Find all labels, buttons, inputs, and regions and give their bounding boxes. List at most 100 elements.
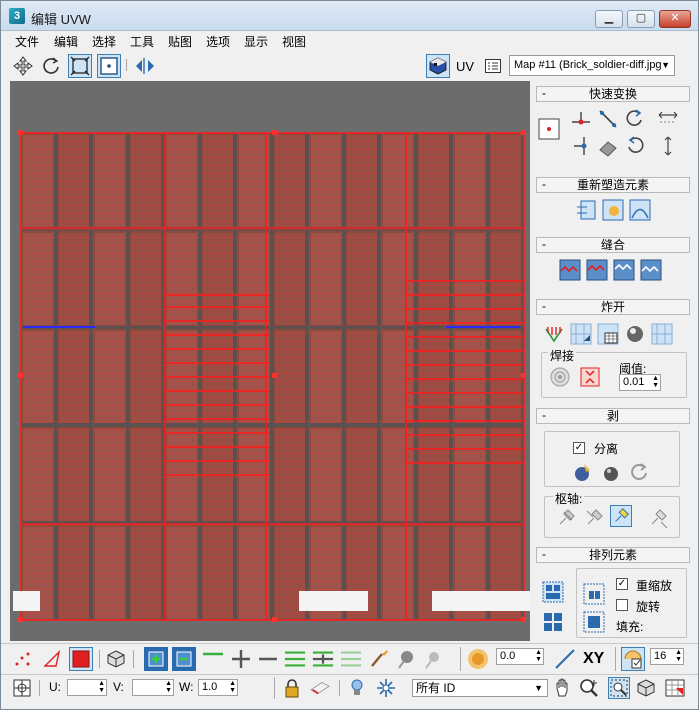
falloff-space-label[interactable]: XY [583, 650, 604, 668]
detach-checkbox[interactable]: ✓ [573, 442, 585, 454]
paint-brush-shrink-icon[interactable] [422, 648, 444, 670]
select-element-icon[interactable] [105, 648, 127, 670]
rollout-stitch[interactable]: - 缝合 [536, 237, 690, 253]
rotate-icon[interactable] [39, 54, 63, 78]
polygon-mode-icon[interactable] [69, 647, 93, 671]
material-id-dropdown[interactable]: 所有 ID ▼ [412, 679, 548, 697]
checker-map-icon[interactable] [426, 54, 450, 78]
straighten-selection-icon[interactable] [575, 199, 597, 221]
rotate-checkbox[interactable] [616, 599, 628, 611]
relax-dropdown-icon[interactable] [629, 199, 651, 221]
shrink-selection-icon[interactable] [172, 647, 196, 671]
vertex-mode-icon[interactable] [12, 648, 34, 670]
soft-selection-icon[interactable] [466, 647, 490, 671]
ring-shrink-icon[interactable] [340, 648, 362, 670]
uv-label[interactable]: UV [456, 59, 474, 74]
rollout-quick-transform[interactable]: - 快速变换 [536, 86, 690, 102]
spinner-arrows-icon[interactable]: ▲ ▼ [98, 680, 105, 694]
paint-select-icon[interactable] [368, 648, 390, 670]
straighten-icon[interactable] [597, 135, 619, 157]
grid-snap-icon[interactable] [621, 647, 645, 671]
zoom-icon[interactable] [578, 677, 600, 699]
ring-selection-icon[interactable] [284, 648, 306, 670]
spinner-arrows-icon[interactable]: ▲ ▼ [535, 649, 542, 663]
spinner-arrows-icon[interactable]: ▲ ▼ [652, 375, 659, 389]
pack-custom-icon[interactable] [583, 583, 605, 605]
properties-icon[interactable] [481, 54, 505, 78]
pin-edge-icon[interactable] [610, 505, 632, 527]
break-icon[interactable] [543, 323, 565, 345]
stitch-average-icon[interactable] [586, 259, 608, 281]
grow-selection-icon[interactable] [144, 647, 168, 671]
pin-icon[interactable] [555, 507, 577, 529]
filter-selected-icon[interactable] [375, 677, 397, 699]
flatten-by-material-id-icon[interactable] [624, 323, 646, 345]
unpin-selected-icon[interactable] [647, 507, 669, 529]
loop-shrink-icon[interactable] [257, 648, 279, 670]
u-spinner[interactable]: ▲ ▼ [67, 679, 107, 696]
absolute-offset-icon[interactable] [11, 677, 33, 699]
menu-view[interactable]: 视图 [282, 33, 306, 50]
close-button[interactable]: ✕ [659, 10, 691, 28]
align-horizontal-icon[interactable] [570, 108, 592, 130]
flatten-by-polygon-angle-icon[interactable] [597, 323, 619, 345]
move-icon[interactable] [11, 54, 35, 78]
freeze-icon[interactable] [346, 677, 368, 699]
menu-select[interactable]: 选择 [92, 33, 116, 50]
stitch-to-source-icon[interactable] [613, 259, 635, 281]
pack-together-icon[interactable] [542, 611, 564, 633]
menu-tools[interactable]: 工具 [130, 33, 154, 50]
lock-selected-icon[interactable] [281, 677, 303, 699]
menu-mapping[interactable]: 贴图 [168, 33, 192, 50]
relax-icon[interactable] [602, 199, 624, 221]
minimize-button[interactable]: ▁ [595, 10, 623, 28]
threshold-spinner[interactable]: 0.01 ▲ ▼ [619, 374, 661, 391]
ring-grow-icon[interactable] [312, 648, 334, 670]
scale-icon[interactable] [68, 54, 92, 78]
spinner-arrows-icon[interactable]: ▲ ▼ [229, 680, 236, 694]
uv-editor-viewport[interactable] [10, 81, 530, 641]
falloff-linear-icon[interactable] [554, 648, 576, 670]
target-weld-icon[interactable] [579, 366, 601, 388]
edge-mode-icon[interactable] [41, 648, 63, 670]
align-pivot-icon[interactable] [538, 118, 560, 140]
loop-grow-icon[interactable] [230, 648, 252, 670]
stitch-custom-icon[interactable] [640, 259, 662, 281]
rollout-reshape-elements[interactable]: - 重新塑造元素 [536, 177, 690, 193]
mirror-icon[interactable] [133, 54, 157, 78]
menu-options[interactable]: 选项 [206, 33, 230, 50]
freeform-mode-icon[interactable] [97, 54, 121, 78]
rollout-peel[interactable]: - 剥 [536, 408, 690, 424]
hide-selected-icon[interactable] [309, 677, 331, 699]
rollout-arrange-elements[interactable]: - 排列元素 [536, 547, 690, 563]
detach-edge-verts-icon[interactable] [570, 323, 592, 345]
rotate-90-icon[interactable] [624, 108, 646, 130]
peel-mode-icon[interactable] [600, 461, 622, 483]
v-spinner[interactable]: ▲ ▼ [132, 679, 174, 696]
weld-selected-icon[interactable] [549, 366, 571, 388]
pack-in-place-icon[interactable] [583, 611, 605, 633]
align-diagonal-icon[interactable] [597, 108, 619, 130]
stitch-to-target-icon[interactable] [559, 259, 581, 281]
flatten-by-smoothing-group-icon[interactable] [651, 323, 673, 345]
zoom-to-selection-icon[interactable] [664, 677, 686, 699]
uv-canvas[interactable] [10, 81, 530, 641]
spinner-arrows-icon[interactable]: ▲ ▼ [165, 680, 172, 694]
texture-map-dropdown[interactable]: Map #11 (Brick_soldier-diff.jpg ▼ [509, 55, 675, 76]
rotate-minus-90-icon[interactable] [624, 135, 646, 157]
w-spinner[interactable]: 1.0 ▲ ▼ [198, 679, 238, 696]
paint-brush-grow-icon[interactable] [395, 648, 417, 670]
loop-selection-icon[interactable] [202, 648, 224, 670]
space-vertical-icon[interactable] [657, 135, 679, 157]
unpin-icon[interactable] [583, 507, 605, 529]
rollout-explode[interactable]: - 炸开 [536, 299, 690, 315]
zoom-region-icon[interactable] [608, 677, 630, 699]
spinner-arrows-icon[interactable]: ▲ ▼ [675, 649, 682, 663]
maximize-button[interactable]: ▢ [627, 10, 655, 28]
grid-size-spinner[interactable]: 16 ▲ ▼ [650, 648, 684, 665]
menu-file[interactable]: 文件 [15, 33, 39, 50]
pan-icon[interactable] [552, 677, 574, 699]
quick-peel-icon[interactable] [571, 461, 593, 483]
zoom-extents-icon[interactable] [635, 677, 657, 699]
pack-normalize-icon[interactable] [542, 581, 564, 603]
